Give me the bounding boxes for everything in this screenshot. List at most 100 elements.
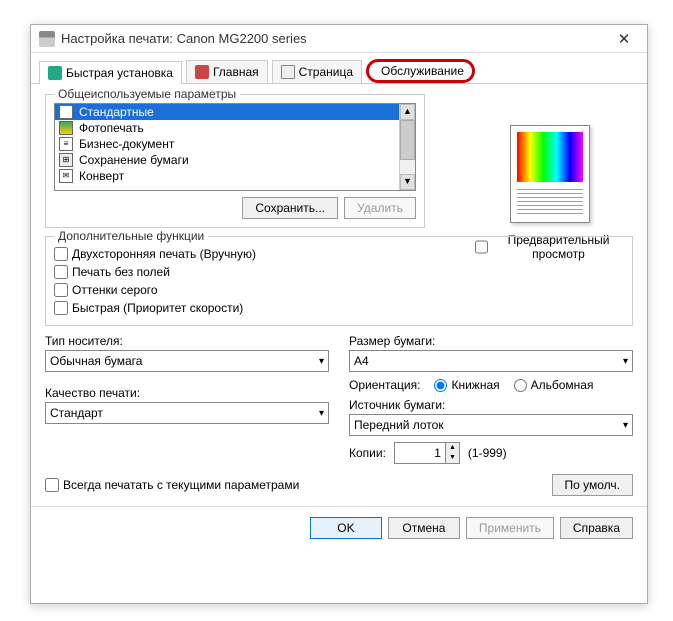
list-items: ✦ Стандартные Фотопечать ≡ Бизнес-докуме… [55, 104, 399, 190]
defaults-button[interactable]: По умолч. [552, 474, 633, 496]
chevron-down-icon: ▾ [623, 420, 628, 431]
paper-source-combo[interactable]: Передний лоток ▾ [349, 414, 633, 436]
combo-value: Передний лоток [354, 418, 623, 432]
always-print-checkbox[interactable] [45, 478, 59, 492]
bottom-row: Всегда печатать с текущими параметрами П… [45, 474, 633, 496]
copies-row: Копии: ▲ ▼ (1-999) [349, 442, 633, 464]
dialog-footer: OK Отмена Применить Справка [31, 506, 647, 549]
paper-size-label: Размер бумаги: [349, 334, 633, 348]
borderless-check-row[interactable]: Печать без полей [54, 263, 624, 281]
quality-label: Качество печати: [45, 386, 329, 400]
paper-size-combo[interactable]: A4 ▾ [349, 350, 633, 372]
business-preset-icon: ≡ [59, 137, 73, 151]
check-label: Быстрая (Приоритет скорости) [72, 301, 243, 315]
tab-label: Главная [213, 65, 259, 79]
radio-label: Книжная [451, 378, 499, 392]
list-item-business[interactable]: ≡ Бизнес-документ [55, 136, 399, 152]
tab-strip: Быстрая установка Главная Страница Обслу… [31, 53, 647, 84]
grayscale-check-row[interactable]: Оттенки серого [54, 281, 624, 299]
check-label: Оттенки серого [72, 283, 158, 297]
presets-listbox[interactable]: ✦ Стандартные Фотопечать ≡ Бизнес-докуме… [54, 103, 416, 191]
list-item-label: Стандартные [79, 105, 154, 119]
always-print-check-row[interactable]: Всегда печатать с текущими параметрами [45, 476, 299, 494]
chevron-down-icon: ▾ [319, 408, 324, 419]
grayscale-checkbox[interactable] [54, 283, 68, 297]
combo-value: Стандарт [50, 406, 319, 420]
scroll-up-button[interactable]: ▲ [400, 104, 415, 120]
tab-maintenance-highlighted[interactable]: Обслуживание [366, 59, 475, 83]
listbox-scrollbar[interactable]: ▲ ▼ [399, 104, 415, 190]
combo-value: Обычная бумага [50, 354, 319, 368]
tab-main[interactable]: Главная [186, 60, 268, 83]
photo-preset-icon [59, 121, 73, 135]
borderless-checkbox[interactable] [54, 265, 68, 279]
save-preset-button[interactable]: Сохранить... [242, 197, 338, 219]
media-type-label: Тип носителя: [45, 334, 329, 348]
scroll-track[interactable] [400, 120, 415, 174]
chevron-down-icon: ▾ [623, 356, 628, 367]
list-item-label: Конверт [79, 169, 124, 183]
ok-button[interactable]: OK [310, 517, 382, 539]
additional-functions-group: Дополнительные функции Двухсторонняя печ… [45, 236, 633, 326]
check-label: Печать без полей [72, 265, 170, 279]
apply-button: Применить [466, 517, 554, 539]
delete-preset-button: Удалить [344, 197, 416, 219]
landscape-radio-label[interactable]: Альбомная [514, 378, 594, 392]
spin-down-button[interactable]: ▼ [445, 453, 459, 463]
standard-preset-icon: ✦ [59, 105, 73, 119]
portrait-radio-label[interactable]: Книжная [434, 378, 499, 392]
duplex-check-row[interactable]: Двухсторонняя печать (Вручную) [54, 245, 624, 263]
copies-spinner[interactable]: ▲ ▼ [394, 442, 460, 464]
help-button[interactable]: Справка [560, 517, 633, 539]
spinner-buttons: ▲ ▼ [445, 443, 459, 463]
media-type-combo[interactable]: Обычная бумага ▾ [45, 350, 329, 372]
group-label: Дополнительные функции [54, 229, 208, 243]
fast-check-row[interactable]: Быстрая (Приоритет скорости) [54, 299, 624, 317]
check-label: Двухсторонняя печать (Вручную) [72, 247, 256, 261]
fast-checkbox[interactable] [54, 301, 68, 315]
scroll-thumb[interactable] [400, 120, 415, 160]
tab-quick-setup[interactable]: Быстрая установка [39, 61, 182, 84]
copies-input[interactable] [395, 444, 445, 462]
window-title: Настройка печати: Canon MG2200 series [61, 31, 609, 46]
duplex-checkbox[interactable] [54, 247, 68, 261]
dialog-body: Предварительный просмотр Общеиспользуемы… [31, 84, 647, 506]
tab-label: Быстрая установка [66, 66, 173, 80]
paper-source-label: Источник бумаги: [349, 398, 633, 412]
tab-page[interactable]: Страница [272, 60, 362, 83]
envelope-preset-icon: ✉ [59, 169, 73, 183]
combo-value: A4 [354, 354, 623, 368]
quick-setup-icon [48, 66, 62, 80]
titlebar: Настройка печати: Canon MG2200 series ✕ [31, 25, 647, 53]
quality-combo[interactable]: Стандарт ▾ [45, 402, 329, 424]
portrait-radio[interactable] [434, 379, 447, 392]
list-item-standard[interactable]: ✦ Стандартные [55, 104, 399, 120]
common-presets-group: Общеиспользуемые параметры ✦ Стандартные… [45, 94, 425, 228]
radio-label: Альбомная [531, 378, 594, 392]
left-column: Тип носителя: Обычная бумага ▾ Качество … [45, 334, 329, 464]
list-item-photo[interactable]: Фотопечать [55, 120, 399, 136]
close-button[interactable]: ✕ [609, 30, 639, 48]
page-tab-icon [281, 65, 295, 79]
right-column: Размер бумаги: A4 ▾ Ориентация: Книжная … [349, 334, 633, 464]
copies-label: Копии: [349, 446, 386, 460]
printer-icon [39, 31, 55, 47]
orientation-row: Ориентация: Книжная Альбомная [349, 378, 633, 392]
page-preview [510, 125, 590, 223]
tab-label: Страница [299, 65, 353, 79]
landscape-radio[interactable] [514, 379, 527, 392]
list-item-label: Фотопечать [79, 121, 144, 135]
settings-columns: Тип носителя: Обычная бумага ▾ Качество … [45, 334, 633, 464]
spin-up-button[interactable]: ▲ [445, 443, 459, 453]
main-tab-icon [195, 65, 209, 79]
preview-text-lines [517, 186, 583, 216]
cancel-button[interactable]: Отмена [388, 517, 460, 539]
group-label: Общеиспользуемые параметры [54, 87, 240, 101]
list-item-envelope[interactable]: ✉ Конверт [55, 168, 399, 184]
preview-color-block [517, 132, 583, 182]
check-label: Всегда печатать с текущими параметрами [63, 478, 299, 492]
list-item-paper-save[interactable]: ⊞ Сохранение бумаги [55, 152, 399, 168]
tab-label: Обслуживание [381, 64, 464, 78]
scroll-down-button[interactable]: ▼ [400, 174, 415, 190]
chevron-down-icon: ▾ [319, 356, 324, 367]
